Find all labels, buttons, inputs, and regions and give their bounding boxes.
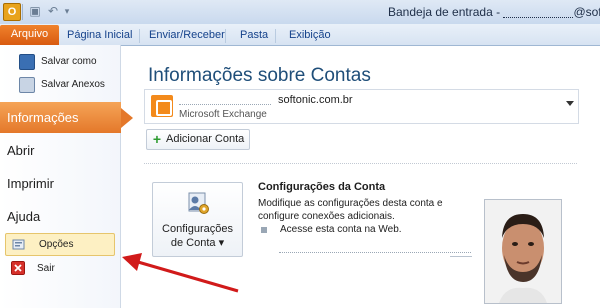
annotation-arrow [122,253,239,293]
